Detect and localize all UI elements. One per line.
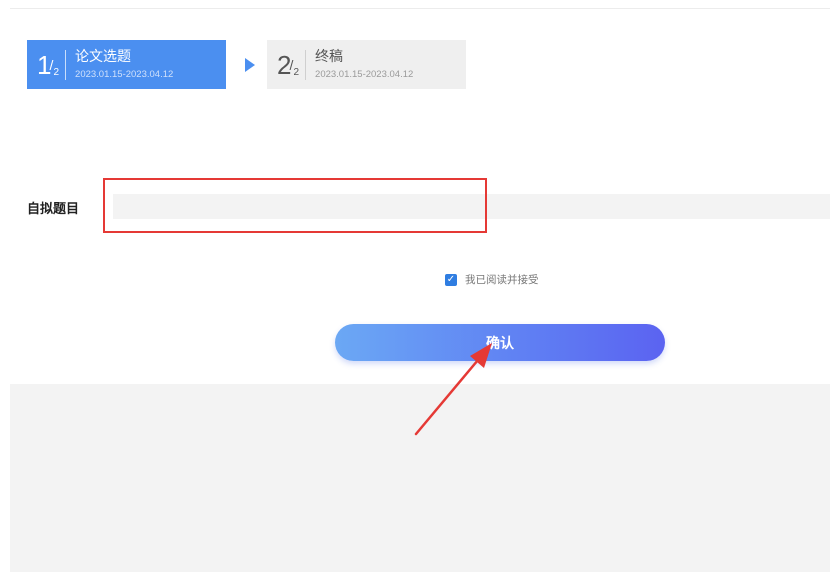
step-date: 2023.01.15-2023.04.12	[315, 68, 414, 80]
agreement-checkbox-row[interactable]: ✓ 我已阅读并接受	[445, 272, 539, 287]
confirm-button[interactable]: 确认	[335, 324, 665, 361]
bottom-panel	[10, 384, 830, 572]
step-title: 终稿	[315, 48, 344, 65]
step-slash: /	[289, 57, 294, 73]
step-1-selection[interactable]: 1 /2 论文选题 2023.01.15-2023.04.12	[27, 40, 226, 89]
agreement-checkbox[interactable]: ✓	[445, 273, 457, 286]
custom-title-input[interactable]	[113, 194, 830, 219]
page: 1 /2 论文选题 2023.01.15-2023.04.12 2 /2 终稿 …	[0, 0, 830, 572]
agreement-text: 我已阅读并接受	[465, 274, 539, 286]
step-slash: /	[49, 57, 54, 73]
step-2-final[interactable]: 2 /2 终稿 2023.01.15-2023.04.12	[267, 40, 466, 89]
step-total: /2	[49, 57, 60, 78]
step-text: 终稿 2023.01.15-2023.04.12	[315, 48, 413, 82]
top-divider	[10, 8, 830, 9]
step-total: /2	[289, 57, 300, 78]
step-text: 论文选题 2023.01.15-2023.04.12	[75, 48, 173, 82]
step-total-value: 2	[293, 67, 300, 78]
step-divider	[305, 49, 307, 80]
step-date: 2023.01.15-2023.04.12	[75, 68, 174, 80]
step-divider	[65, 49, 67, 80]
custom-title-label: 自拟题目	[27, 202, 80, 217]
step-title: 论文选题	[75, 48, 132, 65]
step-total-value: 2	[53, 67, 60, 78]
step-arrow-icon	[245, 58, 255, 72]
